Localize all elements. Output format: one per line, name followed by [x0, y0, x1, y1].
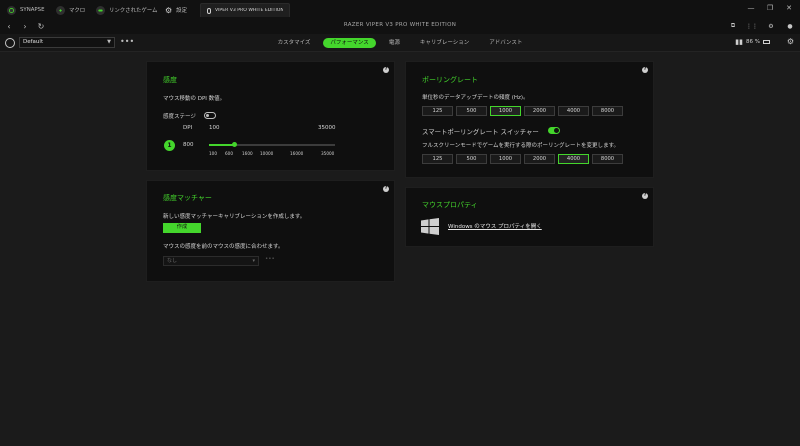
match-desc: マウスの感度を前のマウスの感度に合わせます。 — [163, 244, 284, 250]
polling-rate-button[interactable]: 1000 — [490, 106, 521, 116]
tab-macro[interactable]: マクロ — [56, 3, 85, 17]
more-options-icon[interactable]: ••• — [265, 256, 275, 262]
dropdown-value: なし — [167, 258, 178, 264]
dpi-slider-fill — [209, 144, 234, 146]
tab-device[interactable]: VIPER V3 PRO WHITE EDITION — [200, 3, 290, 17]
tab-label: SYNAPSE — [20, 7, 45, 13]
help-icon[interactable]: ? — [383, 67, 389, 73]
dpi-min: 100 — [209, 125, 220, 131]
synapse-icon — [7, 5, 16, 15]
tab-calibration[interactable]: キャリブレーション — [413, 38, 476, 48]
help-icon[interactable]: ? — [642, 193, 648, 199]
battery-icon — [763, 40, 770, 44]
polling-rate-button[interactable]: 125 — [422, 106, 453, 116]
polling-rate-button[interactable]: 500 — [456, 106, 487, 116]
window-title: RAZER VIPER V3 PRO WHITE EDITION — [343, 22, 457, 28]
device-settings-icon[interactable]: ⚙ — [787, 37, 794, 46]
tab-advanced[interactable]: アドバンスト — [482, 38, 529, 48]
polling-rate-button[interactable]: 2000 — [524, 106, 555, 116]
open-mouse-properties-link[interactable]: Windows のマウス プロパティを開く — [448, 222, 542, 230]
fullscreen-rate-button[interactable]: 125 — [422, 154, 453, 164]
macro-icon — [56, 5, 65, 15]
dpi-max: 35000 — [318, 125, 336, 131]
close-icon[interactable]: ✕ — [783, 3, 795, 13]
matcher-title: 感度マッチャー — [163, 194, 212, 202]
dpi-slider-knob[interactable] — [232, 142, 237, 147]
tab-power[interactable]: 電源 — [382, 38, 407, 48]
sensitivity-desc: マウス移動の DPI 数値。 — [163, 96, 226, 102]
account-icon[interactable]: ● — [785, 21, 795, 31]
tick-label: 1600 — [242, 151, 253, 156]
polling-desc: 単位秒のデータアップデートの頻度 (Hz)。 — [422, 95, 529, 101]
tab-label: マクロ — [69, 8, 86, 14]
matcher-desc: 新しい感度マッチャーキャリブレーションを作成します。 — [163, 214, 306, 220]
chevron-down-icon: ▾ — [252, 258, 255, 264]
polling-rate-button[interactable]: 8000 — [592, 106, 623, 116]
title-tab-bar: SYNAPSE マクロ リンクされたゲーム ⚙ 設定 VIPER V3 PRO … — [0, 0, 800, 18]
current-dpi: 800 — [183, 142, 194, 148]
tick-label: 100 — [209, 151, 217, 156]
polling-rate-button[interactable]: 4000 — [558, 106, 589, 116]
polling-rate-options: 125 500 1000 2000 4000 8000 — [422, 106, 623, 116]
fullscreen-rate-button[interactable]: 1000 — [490, 154, 521, 164]
battery-status: ▮▮ 86 % — [735, 38, 770, 46]
stage-toggle[interactable] — [204, 112, 216, 119]
book-icon: ▮▮ — [735, 38, 744, 46]
nav-bar: ‹ › ↻ RAZER VIPER V3 PRO WHITE EDITION ⧉… — [0, 18, 800, 34]
previous-mouse-select[interactable]: なし ▾ — [163, 256, 259, 266]
battery-percent: 86 % — [746, 39, 760, 45]
fullscreen-rate-button[interactable]: 8000 — [592, 154, 623, 164]
sensitivity-matcher-panel: ? 感度マッチャー 新しい感度マッチャーキャリブレーションを作成します。 作成 … — [146, 180, 395, 282]
tab-settings[interactable]: ⚙ 設定 — [165, 3, 187, 17]
tab-label: 設定 — [176, 8, 187, 14]
switcher-toggle[interactable] — [548, 127, 560, 134]
layers-icon[interactable]: ⧉ — [728, 21, 738, 31]
dpi-label: DPI — [183, 125, 193, 131]
sensitivity-panel: ? 感度 マウス移動の DPI 数値。 感度ステージ DPI 100 35000… — [146, 61, 395, 171]
polling-rate-panel: ? ポーリングレート 単位秒のデータアップデートの頻度 (Hz)。 125 500… — [405, 61, 654, 178]
tab-label: リンクされたゲーム — [109, 8, 158, 14]
help-icon[interactable]: ? — [642, 67, 648, 73]
windows-logo-icon — [421, 218, 439, 235]
fullscreen-rate-button[interactable]: 2000 — [524, 154, 555, 164]
minimize-icon[interactable]: — — [745, 3, 757, 13]
restore-icon[interactable]: ❐ — [764, 3, 776, 13]
fullscreen-rate-button[interactable]: 500 — [456, 154, 487, 164]
tab-linked-games[interactable]: リンクされたゲーム — [96, 3, 157, 17]
tab-customize[interactable]: カスタマイズ — [271, 38, 318, 48]
profile-bar: Default ▼ ••• カスタマイズ パフォーマンス 電源 キャリブレーショ… — [0, 34, 800, 52]
settings-gear-icon[interactable]: ⚙ — [766, 21, 776, 31]
tick-label: 600 — [225, 151, 233, 156]
switcher-label: スマートポーリングレート スイッチャー — [422, 128, 539, 136]
mouse-icon — [207, 7, 211, 14]
fullscreen-desc: フルスクリーンモードでゲームを実行する際のポーリングレートを変更します。 — [422, 143, 620, 149]
gear-icon: ⚙ — [165, 5, 173, 15]
tab-label: VIPER V3 PRO WHITE EDITION — [214, 8, 283, 13]
mouse-properties-panel: ? マウスプロパティ Windows のマウス プロパティを開く — [405, 187, 654, 247]
main-tabs: カスタマイズ パフォーマンス 電源 キャリブレーション アドバンスト — [0, 38, 800, 48]
linked-games-icon — [96, 5, 105, 15]
stage-label: 感度ステージ — [163, 114, 196, 120]
apps-grid-icon[interactable]: ⋮⋮ — [746, 21, 758, 31]
help-icon[interactable]: ? — [383, 186, 389, 192]
sensitivity-title: 感度 — [163, 76, 177, 84]
tick-label: 16000 — [290, 151, 304, 156]
tab-performance[interactable]: パフォーマンス — [323, 38, 376, 48]
polling-title: ポーリングレート — [422, 76, 478, 84]
tick-label: 10000 — [260, 151, 274, 156]
create-button[interactable]: 作成 — [163, 223, 201, 233]
mouse-props-title: マウスプロパティ — [422, 201, 478, 209]
stage-indicator[interactable]: 1 — [164, 140, 175, 151]
tab-synapse[interactable]: SYNAPSE — [7, 3, 45, 17]
fullscreen-rate-options: 125 500 1000 2000 4000 8000 — [422, 154, 623, 164]
fullscreen-rate-button[interactable]: 4000 — [558, 154, 589, 164]
tick-label: 35000 — [321, 151, 335, 156]
